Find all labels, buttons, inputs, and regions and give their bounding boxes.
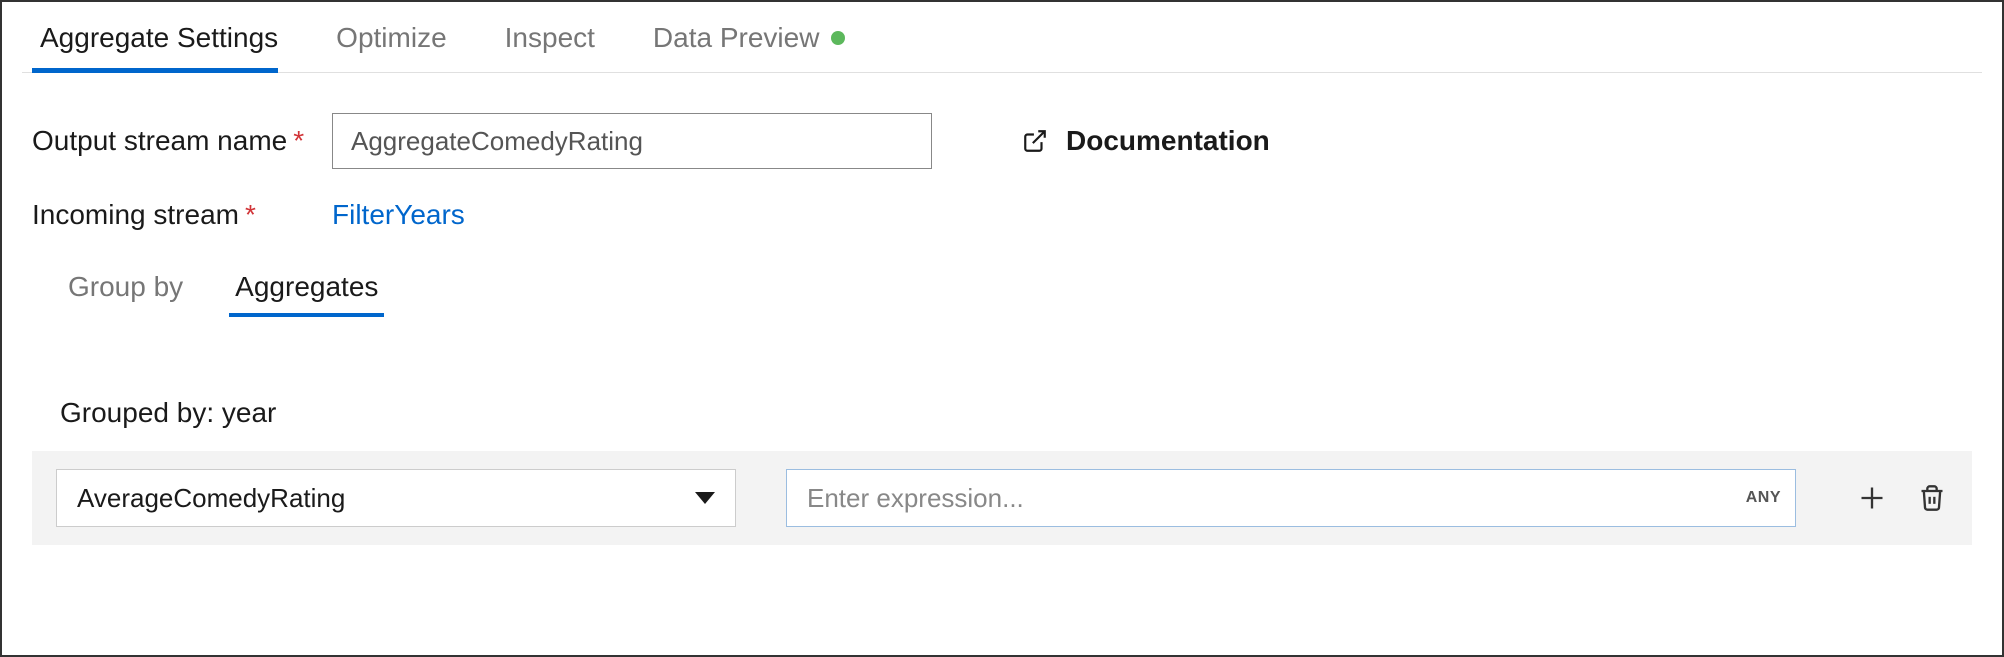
subtab-label: Group by bbox=[68, 271, 183, 302]
trash-icon bbox=[1918, 484, 1946, 512]
status-dot-icon bbox=[831, 31, 845, 45]
type-badge: ANY bbox=[1746, 489, 1781, 507]
expression-input[interactable]: Enter expression... ANY bbox=[786, 469, 1796, 527]
main-tabs: Aggregate Settings Optimize Inspect Data… bbox=[22, 2, 1982, 73]
plus-icon bbox=[1858, 484, 1886, 512]
subtab-group-by[interactable]: Group by bbox=[62, 261, 189, 317]
tab-optimize[interactable]: Optimize bbox=[318, 2, 486, 72]
tab-label: Inspect bbox=[505, 22, 595, 54]
delete-button[interactable] bbox=[1916, 482, 1948, 514]
external-link-icon bbox=[1022, 128, 1048, 154]
output-stream-label: Output stream name* bbox=[32, 125, 332, 157]
chevron-down-icon bbox=[695, 492, 715, 504]
subtab-label: Aggregates bbox=[235, 271, 378, 302]
required-asterisk: * bbox=[293, 125, 304, 156]
documentation-link[interactable]: Documentation bbox=[1022, 125, 1270, 157]
tab-data-preview[interactable]: Data Preview bbox=[635, 2, 886, 72]
expression-placeholder: Enter expression... bbox=[807, 483, 1024, 514]
required-asterisk: * bbox=[245, 199, 256, 230]
incoming-stream-link[interactable]: FilterYears bbox=[332, 199, 465, 231]
output-stream-input[interactable] bbox=[332, 113, 932, 169]
row-actions bbox=[1856, 482, 1948, 514]
tab-label: Data Preview bbox=[653, 22, 820, 54]
column-select[interactable]: AverageComedyRating bbox=[56, 469, 736, 527]
tab-label: Optimize bbox=[336, 22, 446, 54]
subtab-aggregates[interactable]: Aggregates bbox=[229, 261, 384, 317]
column-select-value: AverageComedyRating bbox=[77, 483, 345, 514]
tab-aggregate-settings[interactable]: Aggregate Settings bbox=[22, 2, 318, 72]
documentation-label: Documentation bbox=[1066, 125, 1270, 157]
tab-inspect[interactable]: Inspect bbox=[487, 2, 635, 72]
sub-tabs: Group by Aggregates bbox=[62, 261, 1972, 317]
aggregate-row: AverageComedyRating Enter expression... … bbox=[32, 451, 1972, 545]
grouped-by-text: Grouped by: year bbox=[60, 397, 1972, 429]
incoming-stream-label: Incoming stream* bbox=[32, 199, 332, 231]
add-button[interactable] bbox=[1856, 482, 1888, 514]
tab-label: Aggregate Settings bbox=[40, 22, 278, 54]
